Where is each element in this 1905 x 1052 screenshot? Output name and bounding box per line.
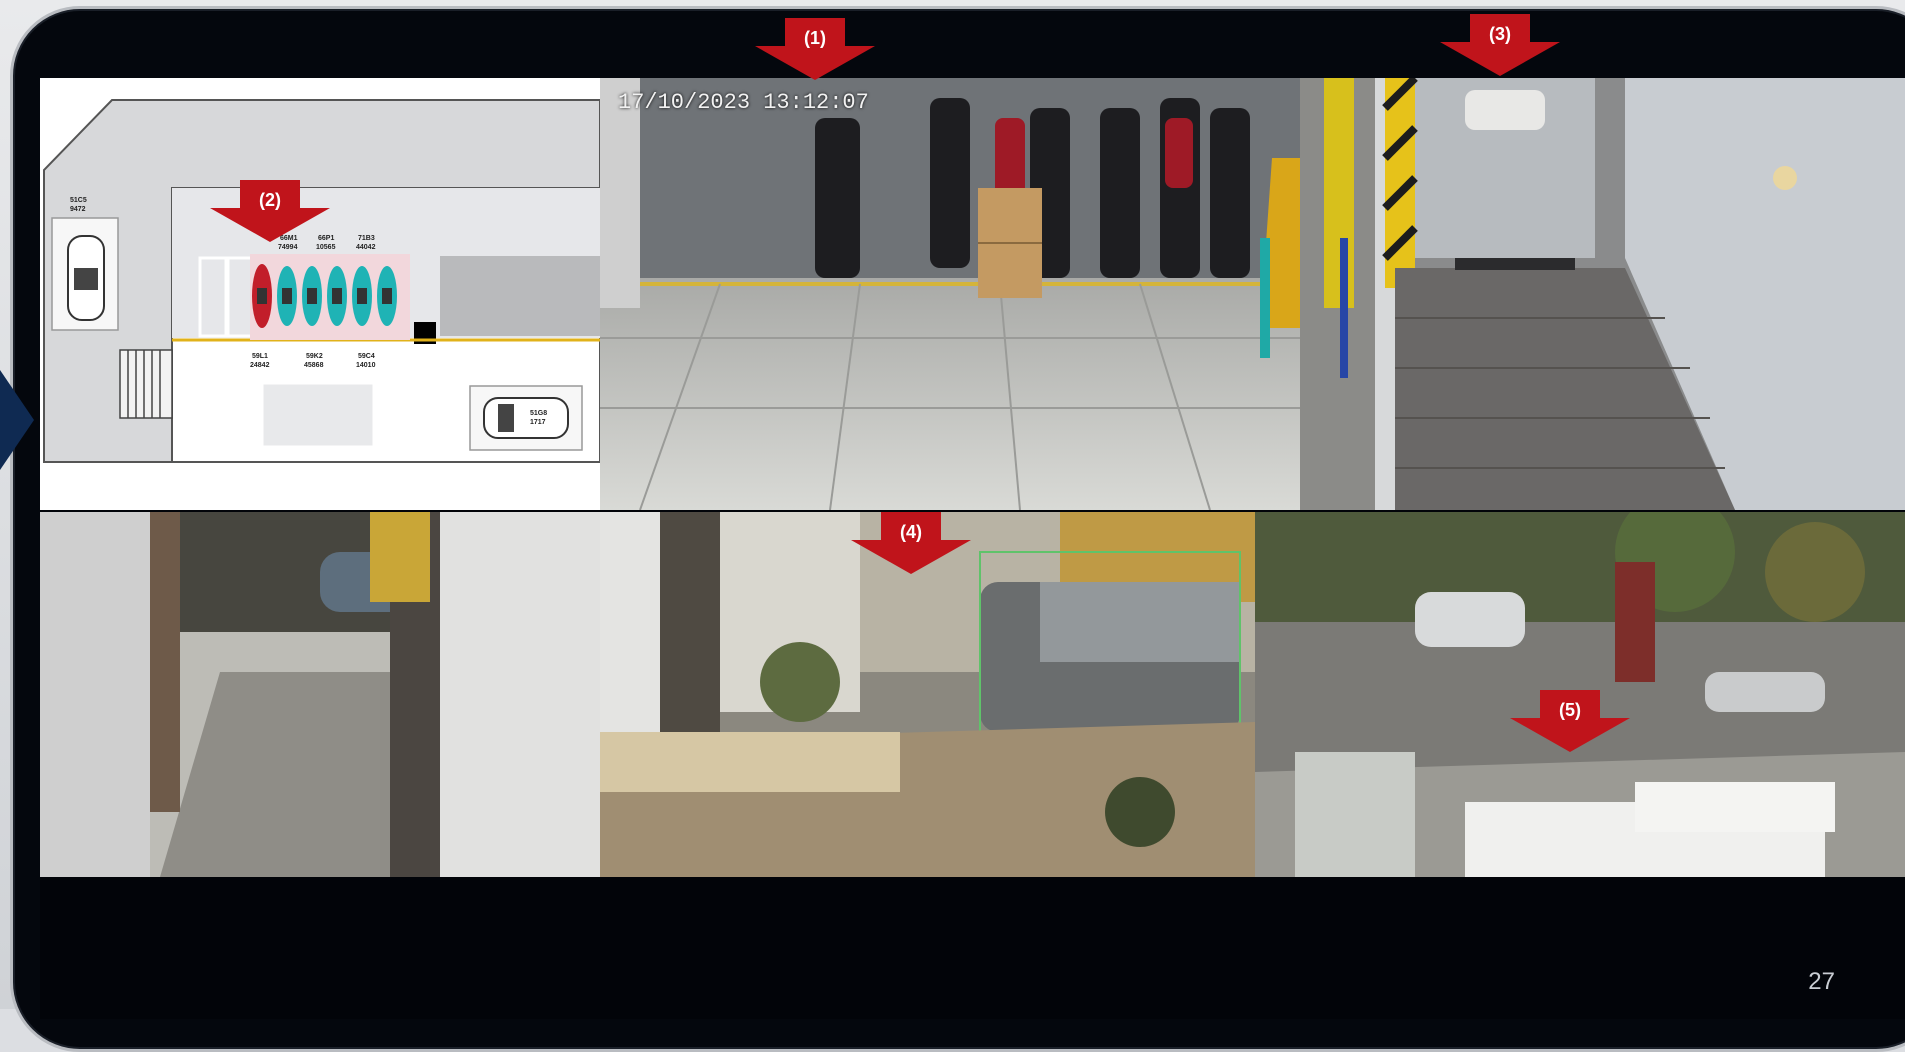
- map-label: 51G8: [530, 410, 547, 417]
- marker-5: (5): [1510, 690, 1630, 760]
- page-number: 27: [1808, 968, 1835, 995]
- marker-1: (1): [755, 18, 875, 88]
- marker-3-label: (3): [1489, 24, 1511, 44]
- camera-feed-3[interactable]: [1375, 78, 1905, 510]
- map-label: 59C4: [358, 353, 375, 360]
- marker-4: (4): [851, 512, 971, 582]
- map-label: 24842: [250, 362, 270, 369]
- camera-feed-bottom-left[interactable]: [40, 512, 600, 877]
- map-label: 14010: [356, 362, 376, 369]
- marker-4-label: (4): [900, 522, 922, 542]
- marker-3: (3): [1440, 14, 1560, 84]
- map-label: 51C5: [70, 197, 87, 204]
- parking-map-panel: 51C5 9472 66M1 74994 66P1 10565 71B3 440…: [40, 78, 600, 510]
- camera-timestamp: 17/10/2023 13:12:07: [618, 90, 869, 115]
- map-label: 1717: [530, 419, 546, 426]
- map-label: 45868: [304, 362, 324, 369]
- map-label: 9472: [70, 206, 86, 213]
- map-label: 71B3: [358, 235, 375, 242]
- marker-2: (2): [210, 180, 330, 250]
- marker-5-label: (5): [1559, 700, 1581, 720]
- camera-feed-1[interactable]: 17/10/2023 13:12:07: [600, 78, 1375, 510]
- map-label: 59K2: [306, 353, 323, 360]
- map-label: 59L1: [252, 353, 268, 360]
- marker-2-label: (2): [259, 190, 281, 210]
- marker-1-label: (1): [804, 28, 826, 48]
- map-label: 44042: [356, 244, 376, 251]
- left-nav-arrow[interactable]: [0, 370, 34, 470]
